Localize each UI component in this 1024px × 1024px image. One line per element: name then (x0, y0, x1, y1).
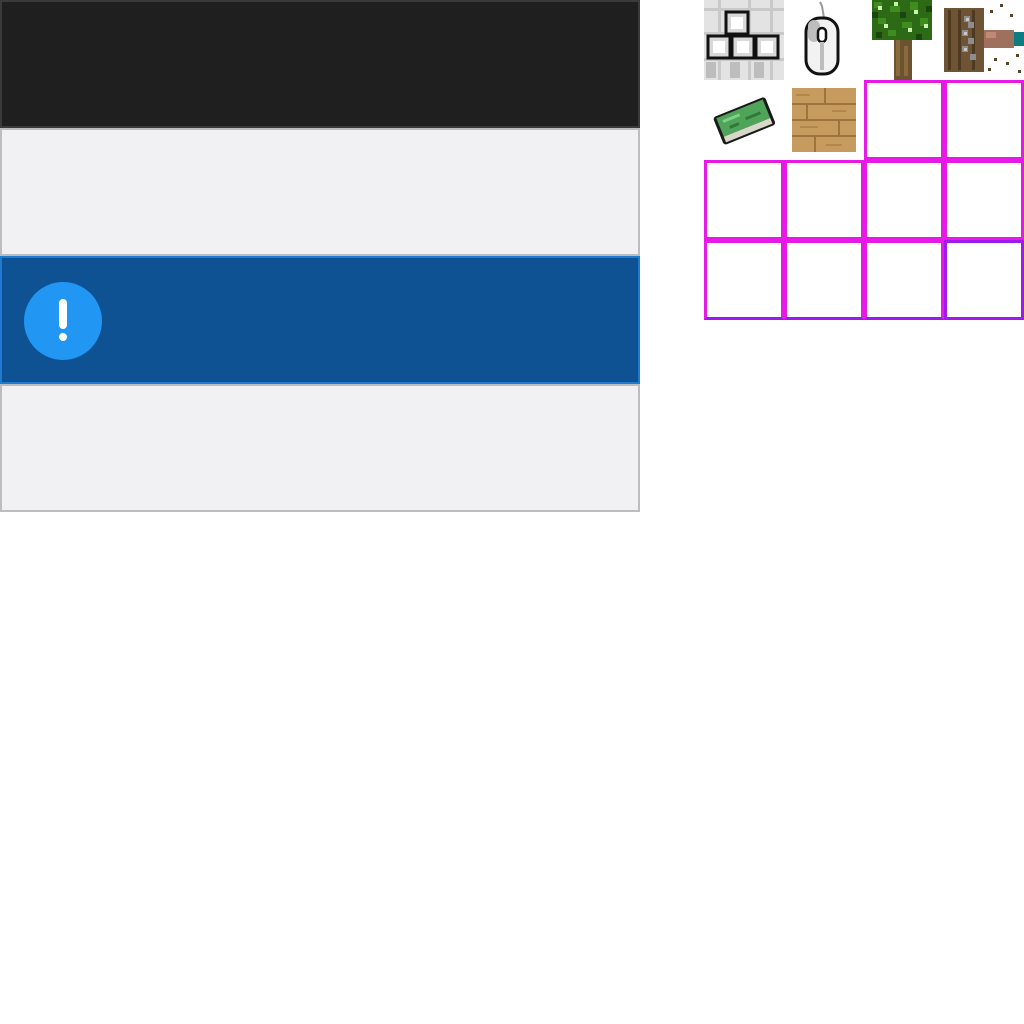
light-toast-background (0, 128, 640, 256)
empty-slot (944, 80, 1024, 160)
empty-slot (784, 160, 864, 240)
empty-slot (864, 160, 944, 240)
empty-slot (704, 160, 784, 240)
empty-slot (944, 160, 1024, 240)
light-toast-background-alt (0, 384, 640, 512)
oak-tree-icon (864, 0, 944, 80)
empty-slot (704, 240, 784, 320)
texture-atlas (0, 0, 1024, 1024)
oak-planks-icon (784, 80, 864, 160)
green-book-icon (704, 80, 784, 160)
keyboard-keys-icon (704, 0, 784, 80)
empty-slot (784, 240, 864, 320)
empty-slot (944, 240, 1024, 320)
dark-toast-background (0, 0, 640, 128)
exclamation-circle-icon (24, 282, 102, 360)
info-toast-background (0, 256, 640, 384)
mouse-icon (784, 0, 864, 80)
empty-slot (864, 240, 944, 320)
pickaxe-log-icon (944, 0, 1024, 80)
empty-slot (864, 80, 944, 160)
